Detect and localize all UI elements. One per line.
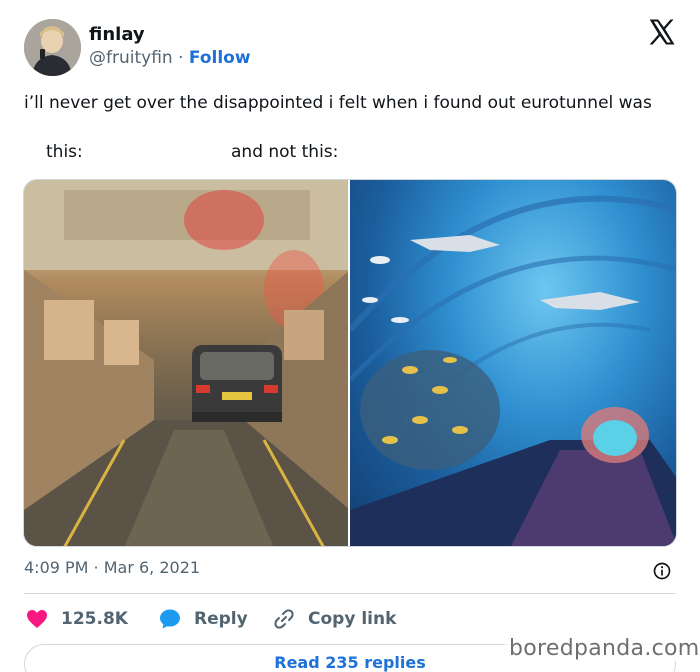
copy-link-label: Copy link (308, 609, 397, 629)
copy-link-button[interactable]: Copy link (272, 606, 396, 632)
aquarium-tunnel-illustration (350, 195, 676, 546)
reply-label: Reply (194, 609, 248, 629)
timestamp[interactable]: 4:09 PM · Mar 6, 2021 (24, 558, 200, 577)
like-button[interactable]: 125.8K (25, 606, 128, 632)
caption-right: and not this: (231, 142, 339, 162)
follow-button[interactable]: Follow (189, 48, 251, 68)
avatar-portrait (24, 19, 81, 76)
reply-button[interactable]: Reply (158, 606, 248, 632)
x-logo-icon[interactable] (646, 17, 676, 47)
like-count: 125.8K (61, 609, 128, 629)
media-container[interactable] (23, 179, 677, 547)
heart-icon (27, 610, 47, 628)
train-interior-illustration (24, 180, 348, 546)
display-name[interactable]: finlay (89, 24, 145, 45)
caption-left: this: (46, 142, 83, 162)
info-icon[interactable] (652, 561, 672, 581)
handle-row: @fruityfin · Follow (89, 48, 251, 68)
divider (24, 593, 676, 594)
tweet-text: i’ll never get over the disappointed i f… (24, 93, 652, 113)
separator: · (178, 48, 184, 68)
handle[interactable]: @fruityfin (89, 48, 173, 68)
train-interior-photo[interactable] (24, 180, 348, 546)
link-icon (274, 609, 294, 629)
speech-bubble-icon (160, 609, 180, 629)
avatar[interactable] (24, 19, 81, 76)
aquarium-tunnel-photo[interactable] (350, 180, 676, 546)
watermark: boredpanda.com (505, 636, 700, 661)
